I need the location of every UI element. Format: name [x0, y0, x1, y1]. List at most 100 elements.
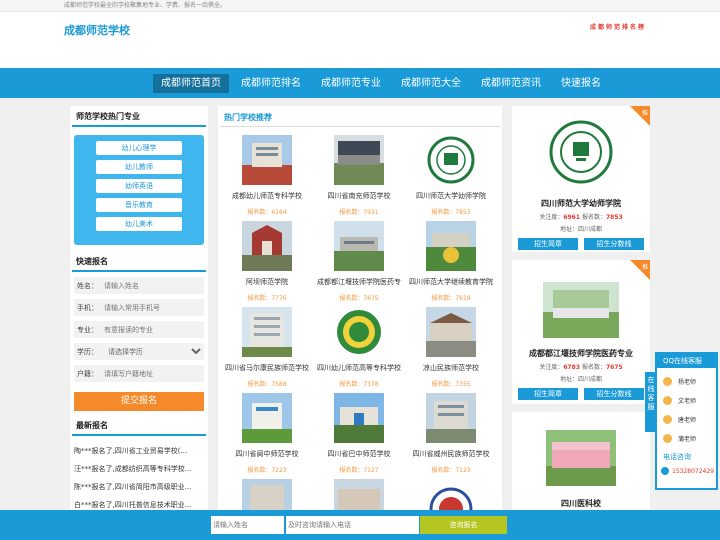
qq-agent-name: 文老师 — [678, 398, 697, 405]
school-card[interactable]: 四川省阆中师范学校 报名数：7223 — [220, 393, 314, 474]
school-name[interactable]: 阿坝师范学院 — [220, 277, 314, 287]
school-logo[interactable] — [334, 307, 384, 357]
school-count: 报名数：7853 — [431, 209, 471, 216]
school-count: 报名数：7223 — [247, 467, 287, 474]
school-card[interactable]: 四川省巴中师范学校 报名数：7127 — [312, 393, 406, 474]
qq-agent[interactable]: 杨老师 — [657, 372, 716, 391]
major-link[interactable]: 幼儿心理学 — [96, 141, 182, 155]
school-name[interactable]: 四川省阆中师范学校 — [220, 449, 314, 459]
phone-consult[interactable]: 15328072429 — [657, 467, 716, 475]
phone-number: 15328072429 — [672, 467, 714, 475]
qq-side-tab[interactable]: 在线客服 — [645, 372, 657, 432]
news-item[interactable]: 汪***报名了,成都纺织高等专科学校... — [70, 460, 208, 478]
name-input[interactable] — [102, 277, 204, 294]
qq-title: QQ在线客服 — [657, 354, 716, 368]
school-photo[interactable] — [242, 221, 292, 271]
school-card[interactable]: 成都幼儿师范专科学校 报名数：6164 — [220, 135, 314, 216]
phone-input[interactable] — [102, 299, 204, 316]
school-name[interactable]: 四川省南充师范学校 — [312, 191, 406, 201]
school-card[interactable]: 四川师范大学幼师学院 报名数：7853 — [404, 135, 498, 216]
school-card[interactable]: 四川省南充师范学校 报名数：7931 — [312, 135, 406, 216]
featured-school-address: 地址：四川成都 — [559, 226, 602, 233]
edu-select[interactable]: 请选择学历 — [102, 343, 204, 360]
featured-school-card[interactable]: 推 四川师范大学幼师学院 关注度：6961 报名数：7853 地址：四川成都 招… — [512, 106, 650, 252]
school-name[interactable]: 四川省巴中师范学校 — [312, 449, 406, 459]
school-name[interactable]: 四川幼儿师范高等专科学校 — [312, 363, 406, 373]
school-logo[interactable] — [549, 120, 613, 184]
school-name[interactable]: 四川师范大学继续教育学院 — [404, 277, 498, 287]
featured-school-stats: 关注度：6961 报名数：7853 — [512, 212, 650, 221]
major-link[interactable]: 幼儿教师 — [96, 160, 182, 174]
school-name[interactable]: 成都都江堰技师学院医药专 — [312, 277, 406, 287]
nav-item-home[interactable]: 成都师范首页 — [153, 74, 229, 93]
admission-score-button[interactable]: 招生分数线 — [584, 238, 644, 250]
featured-school-name[interactable]: 四川师范大学幼师学院 — [512, 198, 650, 209]
hukou-input[interactable] — [102, 365, 204, 382]
registration-label: 报名数： — [581, 364, 606, 371]
school-name[interactable]: 成都幼儿师范专科学校 — [220, 191, 314, 201]
news-item[interactable]: 陶***报名了,四川省工业贸易学校(... — [70, 442, 208, 460]
consult-apply-button[interactable]: 咨询报名 — [420, 516, 507, 534]
school-photo[interactable] — [334, 393, 384, 443]
admission-score-button[interactable]: 招生分数线 — [584, 388, 644, 400]
nav-item-news[interactable]: 成都师范资讯 — [473, 74, 549, 93]
attention-value: 6783 — [563, 364, 581, 371]
qq-agent[interactable]: 唐老师 — [657, 410, 716, 429]
major-link[interactable]: 幼儿美术 — [96, 217, 182, 231]
featured-school-name[interactable]: 成都都江堰技师学院医药专业 — [512, 348, 650, 359]
school-card[interactable]: 四川省威州民族师范学校 报名数：7123 — [404, 393, 498, 474]
major-link[interactable]: 幼师英语 — [96, 179, 182, 193]
rank-title[interactable]: 成都师范排名榜 — [590, 22, 646, 31]
major-input[interactable] — [102, 321, 204, 338]
bottom-name-input[interactable] — [211, 516, 284, 534]
latest-apply-title: 最新报名 — [72, 415, 206, 436]
school-card[interactable]: 四川师范大学继续教育学院 报名数：7619 — [404, 221, 498, 302]
qq-agent-name: 蒲老师 — [678, 436, 697, 443]
school-card[interactable]: 四川省马尔康民族师范学校 报名数：7588 — [220, 307, 314, 388]
school-photo[interactable] — [546, 430, 616, 486]
school-count: 报名数：7123 — [431, 467, 471, 474]
qq-online-service: 在线客服 QQ在线客服 杨老师 文老师 唐老师 蒲老师 电话咨询 1532807… — [645, 352, 718, 490]
recommend-ribbon: 推 — [630, 260, 650, 280]
news-item[interactable]: 陈***报名了,四川省简阳市高级职业... — [70, 478, 208, 496]
attention-label: 关注度： — [539, 364, 564, 371]
school-card[interactable]: 凉山民族师范学校 报名数：7355 — [404, 307, 498, 388]
school-logo[interactable] — [426, 135, 476, 185]
admission-brochure-button[interactable]: 招生简章 — [518, 238, 578, 250]
nav-item-quick-apply[interactable]: 快速报名 — [553, 74, 609, 93]
school-card[interactable]: 阿坝师范学院 报名数：7776 — [220, 221, 314, 302]
school-photo[interactable] — [426, 393, 476, 443]
submit-apply-button[interactable]: 提交报名 — [74, 392, 204, 411]
registration-label: 报名数： — [581, 214, 606, 221]
featured-school-card[interactable]: 推 成都都江堰技师学院医药专业 关注度：6783 报名数：7675 地址：四川成… — [512, 260, 650, 404]
qq-agent[interactable]: 文老师 — [657, 391, 716, 410]
header: 成都师范学校 成都师范排名榜 — [0, 12, 720, 68]
school-count: 报名数：7378 — [339, 381, 379, 388]
major-link[interactable]: 音乐教育 — [96, 198, 182, 212]
school-photo[interactable] — [242, 307, 292, 357]
school-photo[interactable] — [334, 135, 384, 185]
featured-school-name[interactable]: 四川医科校 — [512, 498, 650, 509]
school-photo[interactable] — [426, 221, 476, 271]
school-count: 报名数：7931 — [339, 209, 379, 216]
school-photo[interactable] — [242, 393, 292, 443]
school-photo[interactable] — [543, 282, 619, 338]
nav-item-ranking[interactable]: 成都师范排名 — [233, 74, 309, 93]
school-photo[interactable] — [334, 221, 384, 271]
school-name[interactable]: 四川省威州民族师范学校 — [404, 449, 498, 459]
school-photo[interactable] — [426, 307, 476, 357]
nav-item-directory[interactable]: 成都师范大全 — [393, 74, 469, 93]
school-card[interactable]: 四川幼儿师范高等专科学校 报名数：7378 — [312, 307, 406, 388]
school-name[interactable]: 四川省马尔康民族师范学校 — [220, 363, 314, 373]
bottom-phone-input[interactable] — [286, 516, 419, 534]
main-nav: 成都师范首页 成都师范排名 成都师范专业 成都师范大全 成都师范资讯 快速报名 — [0, 68, 720, 98]
school-photo[interactable] — [242, 135, 292, 185]
school-name[interactable]: 四川师范大学幼师学院 — [404, 191, 498, 201]
site-logo[interactable]: 成都师范学校 — [64, 22, 130, 38]
nav-item-majors[interactable]: 成都师范专业 — [313, 74, 389, 93]
school-card[interactable]: 成都都江堰技师学院医药专 报名数：7675 — [312, 221, 406, 302]
qq-agent[interactable]: 蒲老师 — [657, 429, 716, 448]
school-name[interactable]: 凉山民族师范学校 — [404, 363, 498, 373]
admission-brochure-button[interactable]: 招生简章 — [518, 388, 578, 400]
edu-row: 学历： 请选择学历 — [74, 343, 204, 360]
